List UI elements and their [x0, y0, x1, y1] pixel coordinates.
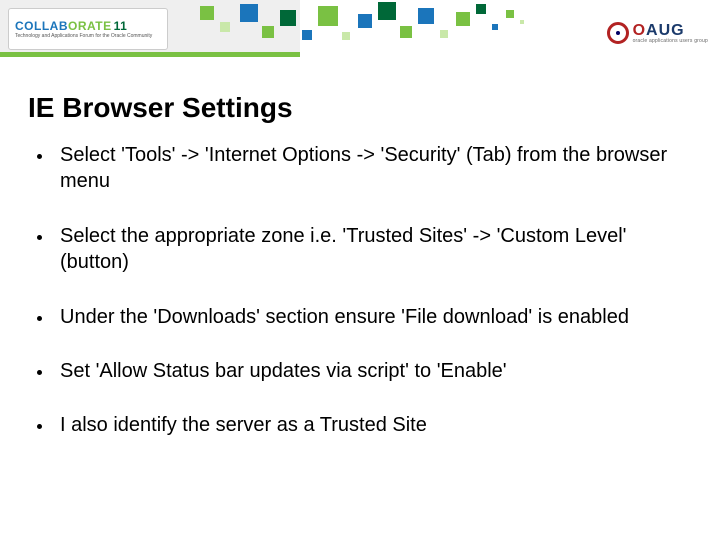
- oaug-aug: AUG: [646, 22, 685, 39]
- list-item: Set 'Allow Status bar updates via script…: [54, 358, 692, 384]
- oaug-ring-icon: [607, 22, 629, 44]
- oaug-text: OAUG oracle applications users group: [633, 23, 708, 44]
- page-title: IE Browser Settings: [28, 92, 692, 124]
- slide-body: IE Browser Settings Select 'Tools' -> 'I…: [0, 74, 720, 439]
- list-item: Under the 'Downloads' section ensure 'Fi…: [54, 304, 692, 330]
- collab-word1: COLLAB: [15, 19, 68, 33]
- collab-word2: ORATE: [68, 19, 112, 33]
- oaug-sub: oracle applications users group: [633, 39, 708, 44]
- collab-subtitle: Technology and Applications Forum for th…: [15, 33, 161, 39]
- oaug-logo: OAUG oracle applications users group: [607, 22, 708, 44]
- oaug-name: OAUG: [633, 23, 708, 39]
- slide-header: COLLABORATE11 Technology and Application…: [0, 0, 720, 74]
- collab-year: 11: [114, 19, 128, 33]
- list-item: I also identify the server as a Trusted …: [54, 412, 692, 438]
- list-item: Select 'Tools' -> 'Internet Options -> '…: [54, 142, 692, 195]
- collaborate-logo: COLLABORATE11 Technology and Application…: [8, 8, 168, 50]
- bullet-list: Select 'Tools' -> 'Internet Options -> '…: [28, 142, 692, 439]
- list-item: Select the appropriate zone i.e. 'Truste…: [54, 223, 692, 276]
- decorative-squares: [190, 0, 610, 74]
- oaug-o: O: [633, 22, 646, 39]
- collaborate-title: COLLABORATE11: [15, 19, 161, 33]
